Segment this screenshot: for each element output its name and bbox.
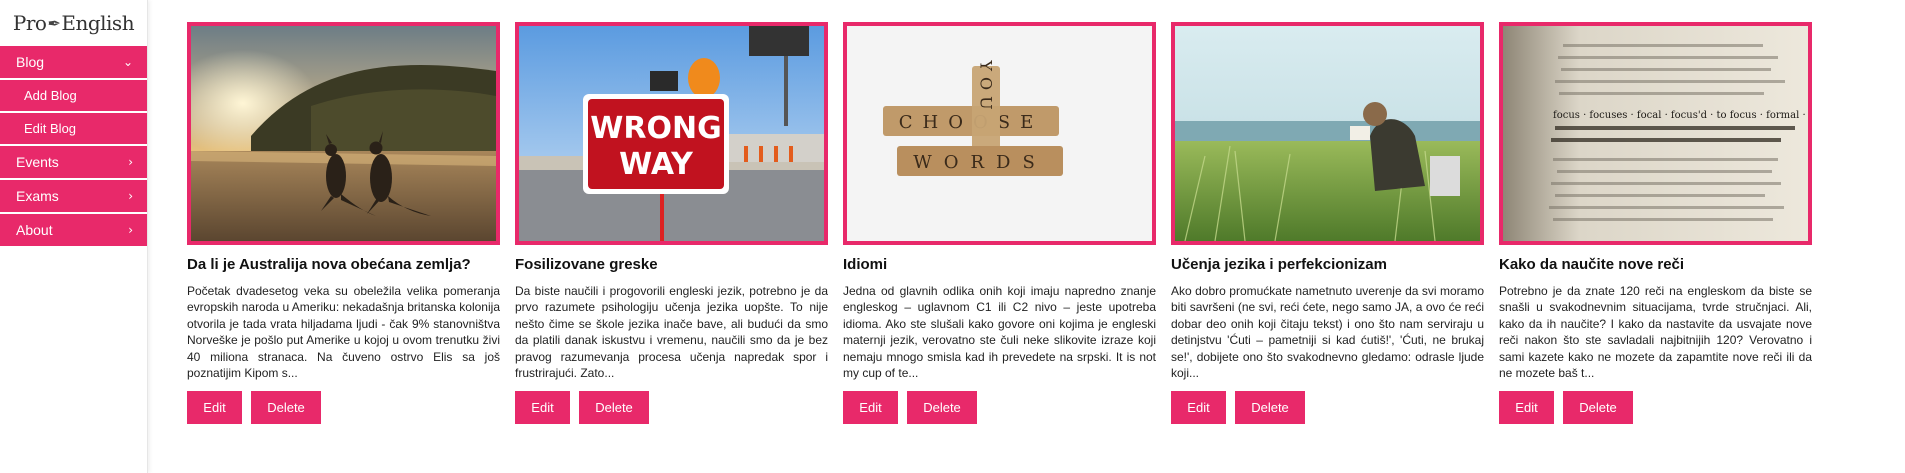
tiles-row-words: WORDS: [913, 152, 1047, 173]
delete-button[interactable]: Delete: [579, 391, 649, 424]
blog-card-title[interactable]: Idiomi: [843, 256, 1156, 274]
logo-text-left: Pro: [12, 11, 47, 35]
edit-button[interactable]: Edit: [1499, 391, 1554, 424]
logo-text-right: English: [61, 11, 135, 35]
blog-card: Učenja jezika i perfekcionizam Ako dobro…: [1171, 22, 1484, 424]
blog-card-title[interactable]: Učenja jezika i perfekcionizam: [1171, 256, 1484, 274]
chevron-right-icon: ›: [128, 189, 133, 203]
chevron-right-icon: ›: [128, 223, 133, 237]
blog-card: WRONG WAY Fosilizovane greske Da biste n…: [515, 22, 828, 424]
sign-text-line2: WAY: [619, 147, 694, 182]
blog-card-excerpt: Jedna od glavnih odlika onih koji imaju …: [843, 284, 1156, 381]
sidebar-item-label: Edit Blog: [24, 121, 77, 136]
blog-card-image[interactable]: [1171, 22, 1484, 245]
feather-icon: ✒: [47, 13, 61, 33]
edit-button[interactable]: Edit: [515, 391, 570, 424]
sidebar: Pro ✒ English Blog ⌄ Add Blog Edit Blog Ev…: [0, 0, 148, 473]
kangaroos-image: [191, 26, 496, 241]
sidebar-item-label: About: [16, 222, 53, 238]
chevron-right-icon: ›: [128, 155, 133, 169]
delete-button[interactable]: Delete: [1235, 391, 1305, 424]
blog-card-image[interactable]: focus · focuses · focal · focus'd · to f…: [1499, 22, 1812, 245]
blog-card-excerpt: Ako dobro promućkate nametnuto uverenje …: [1171, 284, 1484, 381]
edit-button[interactable]: Edit: [843, 391, 898, 424]
dictionary-words: focus · focuses · focal · focus'd · to f…: [1553, 110, 1808, 121]
sidebar-item-label: Add Blog: [24, 88, 77, 103]
logo[interactable]: Pro ✒ English: [0, 0, 147, 46]
delete-button[interactable]: Delete: [907, 391, 977, 424]
blog-card: focus · focuses · focal · focus'd · to f…: [1499, 22, 1812, 424]
sidebar-item-about[interactable]: About ›: [0, 214, 147, 246]
tiles-col-you: YOU: [977, 59, 996, 115]
blog-card-title[interactable]: Da li je Australija nova obećana zemlja?: [187, 256, 500, 274]
sign-text-line1: WRONG: [590, 111, 721, 146]
sidebar-item-label: Blog: [16, 54, 45, 70]
blog-card-excerpt: Potrebno je da znate 120 reči na englesk…: [1499, 284, 1812, 381]
edit-button[interactable]: Edit: [1171, 391, 1226, 424]
delete-button[interactable]: Delete: [1563, 391, 1633, 424]
edit-button[interactable]: Edit: [187, 391, 242, 424]
blog-card: Da li je Australija nova obećana zemlja?…: [187, 22, 500, 424]
scrabble-tiles-image: CHOOSE YOU WORDS: [847, 26, 1152, 241]
blog-card: CHOOSE YOU WORDS Idiomi Jedna od glavnih…: [843, 22, 1156, 424]
sidebar-item-label: Events: [16, 154, 59, 170]
sidebar-item-edit-blog[interactable]: Edit Blog: [0, 113, 147, 144]
blog-card-image[interactable]: [187, 22, 500, 245]
blog-card-image[interactable]: WRONG WAY: [515, 22, 828, 245]
blog-card-excerpt: Početak dvadesetog veka su obeležila vel…: [187, 284, 500, 381]
blog-card-title[interactable]: Fosilizovane greske: [515, 256, 828, 274]
blog-card-title[interactable]: Kako da naučite nove reči: [1499, 256, 1812, 274]
sidebar-item-add-blog[interactable]: Add Blog: [0, 80, 147, 111]
sidebar-item-label: Exams: [16, 188, 59, 204]
sidebar-item-events[interactable]: Events ›: [0, 146, 147, 178]
blog-card-excerpt: Da biste naučili i progovorili engleski …: [515, 284, 828, 381]
delete-button[interactable]: Delete: [251, 391, 321, 424]
sidebar-item-exams[interactable]: Exams ›: [0, 180, 147, 212]
tiles-row-choose: CHOOSE: [899, 112, 1043, 133]
blog-card-image[interactable]: CHOOSE YOU WORDS: [843, 22, 1156, 245]
dictionary-image: focus · focuses · focal · focus'd · to f…: [1503, 26, 1808, 241]
sidebar-item-blog[interactable]: Blog ⌄: [0, 46, 147, 78]
man-reading-image: [1175, 26, 1480, 241]
wrong-way-sign-image: WRONG WAY: [519, 26, 824, 241]
chevron-down-icon: ⌄: [122, 55, 133, 69]
